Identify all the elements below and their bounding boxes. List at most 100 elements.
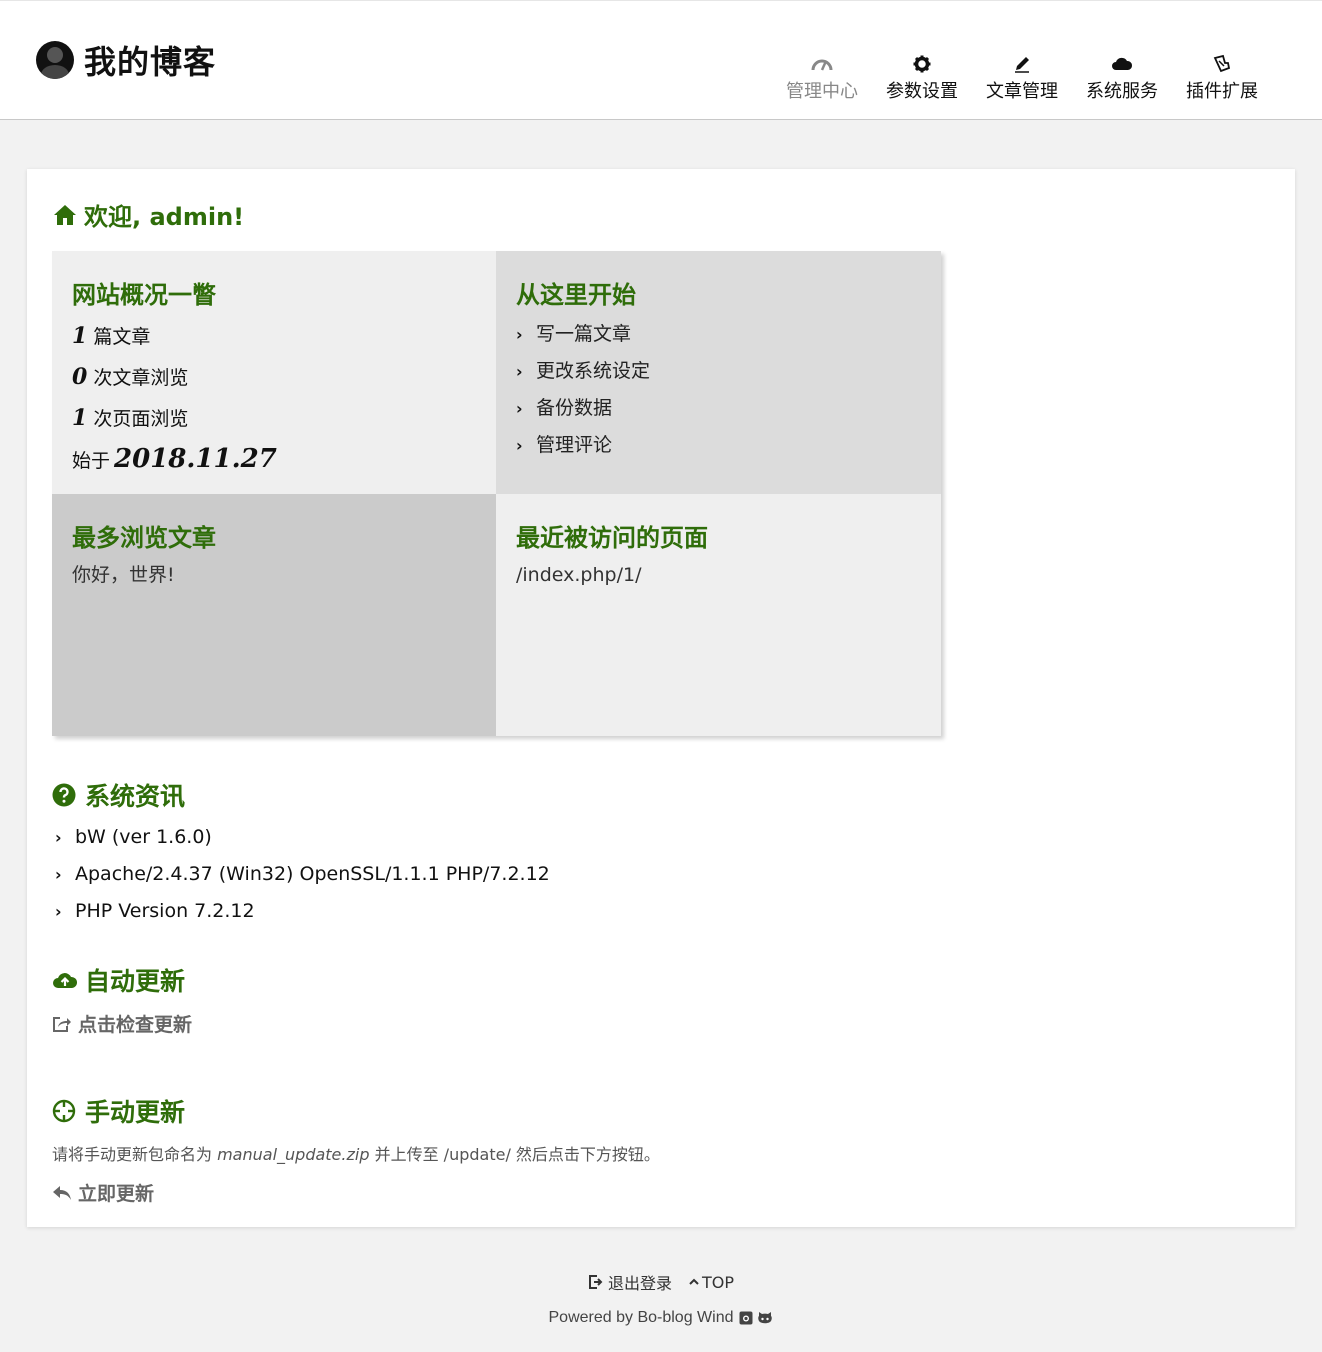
system-info-text: bW (ver 1.6.0) [75, 826, 212, 848]
chevron-right-icon: › [55, 828, 62, 847]
posts-count: 1 [72, 323, 88, 349]
nav-item-dashboard[interactable]: 管理中心 [772, 53, 872, 103]
powered-text[interactable]: Powered by Bo-blog Wind [549, 1309, 734, 1327]
system-info-text: Apache/2.4.37 (Win32) OpenSSL/1.1.1 PHP/… [75, 863, 550, 885]
start-title: 从这里开始 [516, 281, 636, 309]
camera-icon[interactable] [739, 1311, 753, 1325]
top-link[interactable]: TOP [688, 1270, 734, 1294]
powered-by: Powered by Bo-blog Wind [0, 1309, 1322, 1327]
welcome-heading: 欢迎, admin! [53, 197, 244, 232]
system-info-title: 系统资讯 [52, 777, 550, 813]
chevron-right-icon: › [516, 399, 523, 418]
post-views-label: 次文章浏览 [93, 367, 189, 389]
link-label: 管理评论 [536, 434, 613, 456]
since-label: 始于 [72, 450, 111, 472]
top-label: TOP [702, 1272, 735, 1292]
recent-visited-title: 最近被访问的页面 [516, 524, 708, 552]
stat-post-views: 0 次文章浏览 [72, 357, 476, 398]
chevron-right-icon: › [516, 325, 523, 344]
post-views-count: 0 [72, 364, 88, 390]
pencil-icon [972, 53, 1072, 75]
page-views-count: 1 [72, 405, 88, 431]
logout-link[interactable]: 退出登录 [588, 1270, 672, 1294]
footer-links: 退出登录 TOP [0, 1270, 1322, 1294]
start-link-comments[interactable]: › 管理评论 [516, 427, 921, 464]
posts-label: 篇文章 [93, 326, 151, 348]
auto-update-label: 自动更新 [85, 967, 186, 996]
auto-update-section: 自动更新 点击检查更新 [52, 962, 192, 1037]
check-update-button[interactable]: 点击检查更新 [52, 1010, 192, 1037]
most-viewed-item[interactable]: 你好，世界! [72, 559, 476, 591]
note-text: 请将手动更新包命名为 [52, 1145, 218, 1164]
start-panel: 从这里开始 › 写一篇文章 › 更改系统设定 › 备份数据 › 管理评论 [496, 251, 941, 494]
nav-item-posts[interactable]: 文章管理 [972, 53, 1072, 103]
start-link-backup[interactable]: › 备份数据 [516, 390, 921, 427]
chevron-right-icon: › [55, 902, 62, 921]
gear-icon [872, 53, 972, 75]
recent-visited-panel: 最近被访问的页面 /index.php/1/ [496, 494, 941, 736]
link-label: 写一篇文章 [536, 323, 632, 345]
nav-item-settings[interactable]: 参数设置 [872, 53, 972, 103]
home-icon [54, 204, 76, 225]
note-text: 并上传至 [369, 1145, 444, 1164]
manual-update-section: 手动更新 请将手动更新包命名为 manual_update.zip 并上传至 /… [52, 1093, 660, 1206]
since-date: 2018.11.27 [114, 444, 277, 474]
update-now-label: 立即更新 [78, 1183, 155, 1205]
nav-item-plugins[interactable]: 插件扩展 [1172, 53, 1272, 103]
stat-page-views: 1 次页面浏览 [72, 398, 476, 439]
logout-label: 退出登录 [607, 1274, 672, 1293]
page-views-label: 次页面浏览 [93, 408, 189, 430]
chevron-up-icon [689, 1278, 699, 1285]
nav-label: 系统服务 [1086, 81, 1158, 102]
logout-icon [588, 1275, 603, 1289]
auto-update-title: 自动更新 [52, 962, 192, 998]
note-text: 然后点击下方按钮。 [510, 1145, 660, 1164]
puzzle-icon [1172, 53, 1272, 75]
system-info-section: 系统资讯 › bW (ver 1.6.0) › Apache/2.4.37 (Win… [52, 777, 550, 930]
system-info-item: › Apache/2.4.37 (Win32) OpenSSL/1.1.1 PHP… [55, 856, 550, 893]
note-filename: manual_update.zip [217, 1145, 370, 1164]
recent-visited-item[interactable]: /index.php/1/ [516, 559, 921, 591]
most-viewed-panel: 最多浏览文章 你好，世界! [52, 494, 496, 736]
start-link-settings[interactable]: › 更改系统设定 [516, 353, 921, 390]
stat-since: 始于 2018.11.27 [72, 439, 476, 481]
chevron-right-icon: › [55, 865, 62, 884]
nav-label: 管理中心 [786, 81, 858, 102]
nav-item-services[interactable]: 系统服务 [1072, 53, 1172, 103]
nav-label: 文章管理 [986, 81, 1058, 102]
system-info-item: › bW (ver 1.6.0) [55, 819, 550, 856]
update-now-button[interactable]: 立即更新 [52, 1179, 660, 1206]
top-header: 我的博客 管理中心 参数设置 文章管理 系统服务 插件扩展 [0, 0, 1322, 120]
system-info-text: PHP Version 7.2.12 [75, 900, 255, 922]
crosshair-icon [52, 1099, 78, 1123]
start-link-write-post[interactable]: › 写一篇文章 [516, 316, 921, 353]
manual-update-note: 请将手动更新包命名为 manual_update.zip 并上传至 /updat… [52, 1141, 660, 1165]
link-label: 更改系统设定 [536, 360, 651, 382]
chevron-right-icon: › [516, 362, 523, 381]
nav-label: 插件扩展 [1186, 81, 1258, 102]
link-label: 备份数据 [536, 397, 613, 419]
chevron-right-icon: › [516, 436, 523, 455]
question-circle-icon [52, 783, 78, 807]
external-link-icon [52, 1015, 72, 1033]
overview-panel: 网站概况一瞥 1 篇文章 0 次文章浏览 1 次页面浏览 始于 2018.11.… [52, 251, 496, 494]
system-info-item: › PHP Version 7.2.12 [55, 893, 550, 930]
main-card: 欢迎, admin! 网站概况一瞥 1 篇文章 0 次文章浏览 1 次页面浏览 … [27, 169, 1295, 1227]
cloud-icon [1072, 53, 1172, 75]
nav-label: 参数设置 [886, 81, 958, 102]
cloud-upload-icon [52, 970, 78, 990]
reply-icon [52, 1184, 72, 1202]
site-title: 我的博客 [84, 43, 217, 81]
stat-posts: 1 篇文章 [72, 316, 476, 357]
avatar [36, 41, 74, 79]
dashboard-icon [772, 53, 872, 75]
github-icon[interactable] [757, 1311, 773, 1325]
most-viewed-title: 最多浏览文章 [72, 524, 216, 552]
manual-update-label: 手动更新 [85, 1098, 186, 1127]
manual-update-title: 手动更新 [52, 1093, 660, 1129]
dashboard-grid: 网站概况一瞥 1 篇文章 0 次文章浏览 1 次页面浏览 始于 2018.11.… [52, 251, 941, 736]
overview-title: 网站概况一瞥 [72, 281, 216, 309]
system-info-label: 系统资讯 [85, 782, 186, 811]
welcome-text: 欢迎, admin! [84, 203, 245, 231]
site-logo[interactable]: 我的博客 [36, 37, 216, 83]
